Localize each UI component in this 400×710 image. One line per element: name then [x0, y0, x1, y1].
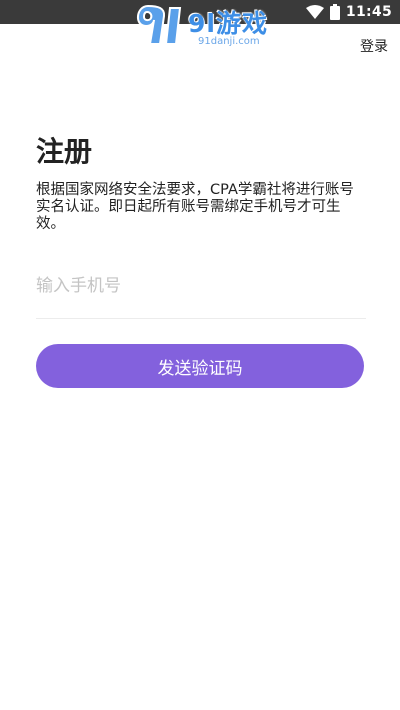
battery-icon [329, 4, 340, 20]
send-verification-code-button[interactable]: 发送验证码 [36, 344, 364, 388]
watermark-logo: 9l游戏 91danji.com [132, 2, 272, 52]
phone-number-input[interactable] [36, 268, 366, 304]
watermark-text: 9l游戏 [188, 9, 268, 38]
wifi-icon [305, 5, 324, 19]
input-divider [36, 318, 366, 319]
watermark-mark-icon [137, 4, 182, 45]
status-time: 11:45 [345, 4, 392, 20]
watermark-site: 91danji.com [198, 36, 260, 47]
page-title: 注册 [36, 135, 93, 168]
verification-notice: 根据国家网络安全法要求，CPA学霸社将进行账号实名认证。即日起所有账号需绑定手机… [36, 182, 354, 232]
login-link[interactable]: 登录 [360, 36, 388, 56]
status-icons: 11:45 [305, 0, 392, 24]
